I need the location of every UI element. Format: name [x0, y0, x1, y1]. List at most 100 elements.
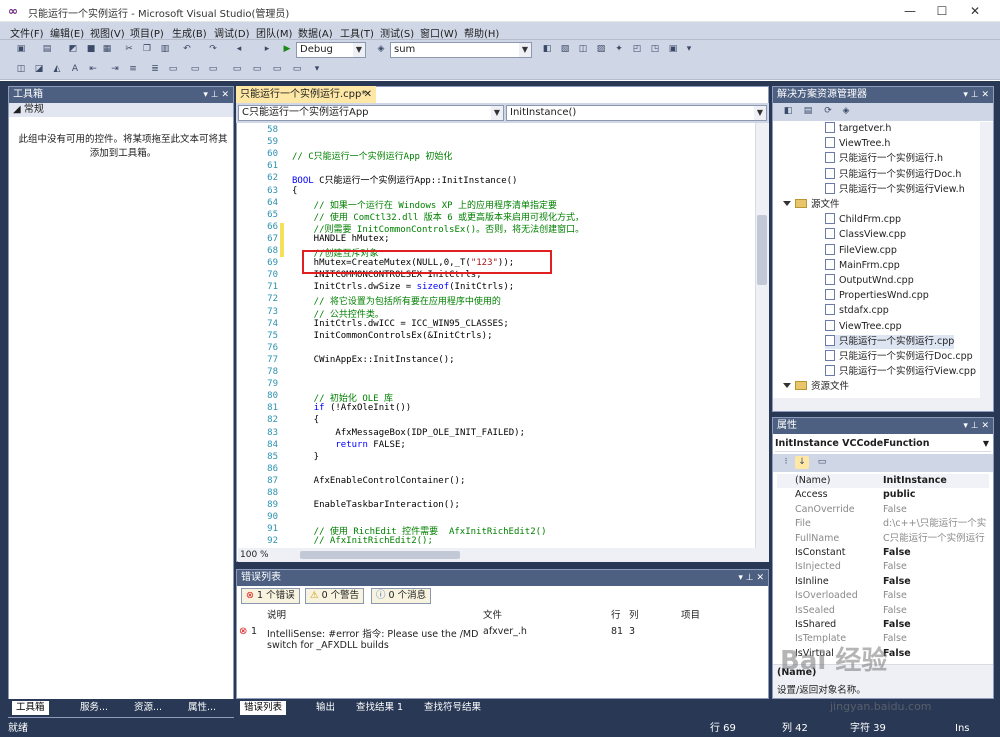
complete-word-icon[interactable]: A: [68, 63, 82, 76]
menu-tools[interactable]: 工具(T): [340, 25, 374, 40]
property-row[interactable]: IsConstant False: [777, 546, 989, 560]
tree-file[interactable]: MainFrm.cpp: [825, 258, 900, 273]
toolbar-options-icon[interactable]: ▾: [682, 43, 696, 56]
col-column[interactable]: 列: [629, 608, 639, 624]
col-description[interactable]: 说明: [267, 608, 286, 624]
paste-icon[interactable]: ▥: [158, 43, 172, 56]
extension-icon[interactable]: ◰: [630, 43, 644, 56]
toolbox-icon[interactable]: ▨: [594, 43, 608, 56]
tree-file[interactable]: OutputWnd.cpp: [825, 274, 914, 288]
tree-file[interactable]: 只能运行一个实例运行Doc.h: [825, 167, 961, 182]
uncomment-icon[interactable]: ≣: [148, 63, 162, 76]
code-line[interactable]: CWinAppEx::InitInstance();: [292, 355, 455, 365]
property-pages-icon[interactable]: ▭: [815, 456, 829, 469]
zoom-level[interactable]: 100 %: [240, 548, 269, 562]
warnings-filter-button[interactable]: ⚠ 0 个警告: [305, 588, 365, 604]
code-line[interactable]: //则需要 InitCommonControlsEx()。否则，将无法创建窗口。: [292, 222, 584, 235]
panel-buttons[interactable]: ▾ ⊥ ✕: [203, 87, 229, 103]
properties-object-combo[interactable]: InitInstance VCCodeFunction ▼: [775, 436, 991, 452]
tree-file[interactable]: targetver.h: [825, 122, 891, 136]
navigate-back-icon[interactable]: ◂: [232, 43, 246, 56]
copy-icon[interactable]: ❐: [140, 43, 154, 56]
bookmark-next-icon[interactable]: ▭: [206, 63, 220, 76]
code-line[interactable]: // 如果一个运行在 Windows XP 上的应用程序清单指定要: [292, 198, 557, 211]
expand-chevron-icon[interactable]: [783, 383, 791, 389]
code-line[interactable]: {: [292, 415, 319, 425]
tree-file[interactable]: 只能运行一个实例运行Doc.cpp: [825, 350, 973, 364]
class-combo[interactable]: C只能运行一个实例运行App ▼: [238, 105, 504, 121]
code-line[interactable]: if (!AfxOleInit()): [292, 403, 412, 413]
bookmark-doc-prev-icon[interactable]: ▭: [270, 63, 284, 76]
new-project-icon[interactable]: ▣: [14, 43, 28, 56]
menu-window[interactable]: 窗口(W): [420, 25, 458, 40]
close-tab-icon[interactable]: ✕: [364, 86, 372, 103]
code-line[interactable]: return FALSE;: [292, 440, 405, 450]
messages-filter-button[interactable]: ⓘ 0 个消息: [371, 588, 432, 604]
editor-horizontal-scroll-thumb[interactable]: [300, 551, 460, 559]
menu-file[interactable]: 文件(F): [10, 25, 44, 40]
code-line[interactable]: }: [292, 452, 319, 462]
code-line[interactable]: EnableTaskbarInteraction();: [292, 500, 460, 510]
code-line[interactable]: HANDLE hMutex;: [292, 234, 390, 244]
code-line[interactable]: // C只能运行一个实例运行App 初始化: [292, 149, 452, 162]
tab-properties[interactable]: 属性...: [186, 701, 216, 715]
errors-filter-button[interactable]: ⊗ 1 个错误: [241, 588, 300, 604]
alphabetical-icon[interactable]: ↓: [795, 456, 809, 469]
property-row[interactable]: Access public: [777, 488, 989, 502]
bookmark-folder-next-icon[interactable]: ▭: [250, 63, 264, 76]
property-row[interactable]: IsInjected False: [777, 560, 989, 574]
find-combo[interactable]: sum ▼: [390, 42, 532, 58]
menu-project[interactable]: 项目(P): [130, 25, 164, 40]
tree-file[interactable]: 只能运行一个实例运行.cpp: [825, 334, 955, 349]
tree-file[interactable]: ClassView.cpp: [825, 228, 906, 242]
code-line[interactable]: AfxMessageBox(IDP_OLE_INIT_FAILED);: [292, 428, 525, 438]
menu-team[interactable]: 团队(M): [256, 25, 292, 40]
expand-chevron-icon[interactable]: [783, 201, 791, 206]
tree-file[interactable]: ViewTree.h: [825, 137, 890, 151]
close-button[interactable]: ✕: [955, 0, 995, 22]
menu-data[interactable]: 数据(A): [298, 25, 333, 40]
tree-file[interactable]: ChildFrm.cpp: [825, 213, 901, 227]
table-row[interactable]: ⊗ 1 IntelliSense: #error 指令: Please use …: [237, 625, 768, 655]
tab-error-list[interactable]: 错误列表: [240, 701, 287, 715]
command-window-icon[interactable]: ▣: [666, 43, 680, 56]
quick-info-icon[interactable]: ◭: [50, 63, 64, 76]
code-line[interactable]: // 使用 ComCtl32.dll 版本 6 或更高版本来启用可视化方式，: [292, 210, 584, 223]
code-line[interactable]: // 将它设置为包括所有要在应用程序中使用的: [292, 294, 501, 307]
redo-icon[interactable]: ↷: [206, 43, 220, 56]
comment-icon[interactable]: ≡: [126, 63, 140, 76]
properties-icon[interactable]: ◧: [781, 105, 795, 118]
method-combo[interactable]: InitInstance() ▼: [506, 105, 767, 121]
property-row[interactable]: IsSealed False: [777, 604, 989, 618]
code-line[interactable]: BOOL C只能运行一个实例运行App::InitInstance(): [292, 173, 517, 186]
document-tab[interactable]: 只能运行一个实例运行.cpp* ✕: [236, 86, 376, 103]
panel-buttons[interactable]: ▾ ⊥ ✕: [963, 418, 989, 434]
property-row[interactable]: (Name) InitInstance: [777, 474, 989, 488]
undo-icon[interactable]: ↶: [180, 43, 194, 56]
editor-scroll-thumb[interactable]: [757, 215, 767, 285]
tree-file[interactable]: stdafx.cpp: [825, 304, 889, 318]
code-line[interactable]: // 使用 RichEdit 控件需要 AfxInitRichEdit2(): [292, 524, 547, 537]
menu-debug[interactable]: 调试(D): [214, 25, 250, 40]
tree-folder[interactable]: 资源文件: [783, 380, 849, 394]
find-in-files-icon[interactable]: ◈: [374, 43, 388, 56]
bookmark-folder-prev-icon[interactable]: ▭: [230, 63, 244, 76]
menu-edit[interactable]: 编辑(E): [50, 25, 84, 40]
start-debugging-icon[interactable]: ▶: [280, 43, 294, 56]
tree-scrollbar[interactable]: [980, 122, 993, 398]
start-page-icon[interactable]: ◳: [648, 43, 662, 56]
bookmark-prev-icon[interactable]: ▭: [188, 63, 202, 76]
solution-explorer-icon[interactable]: ◧: [540, 43, 554, 56]
code-area[interactable]: 58 59 60 // C只能运行一个实例运行App 初始化 61 62 BOOL C只能运…: [238, 123, 755, 548]
code-line[interactable]: // 公共控件类。: [292, 307, 384, 320]
view-class-diagram-icon[interactable]: ◈: [839, 105, 853, 118]
menu-test[interactable]: 测试(S): [380, 25, 414, 40]
property-row[interactable]: IsInline False: [777, 575, 989, 589]
menu-build[interactable]: 生成(B): [172, 25, 207, 40]
tree-file[interactable]: FileView.cpp: [825, 243, 897, 258]
solution-config-combo[interactable]: Debug ▼: [296, 42, 366, 58]
class-view-icon[interactable]: ✦: [612, 43, 626, 56]
col-file[interactable]: 文件: [483, 608, 502, 624]
object-browser-icon[interactable]: ◫: [576, 43, 590, 56]
tab-find-results[interactable]: 查找结果 1: [354, 701, 403, 715]
